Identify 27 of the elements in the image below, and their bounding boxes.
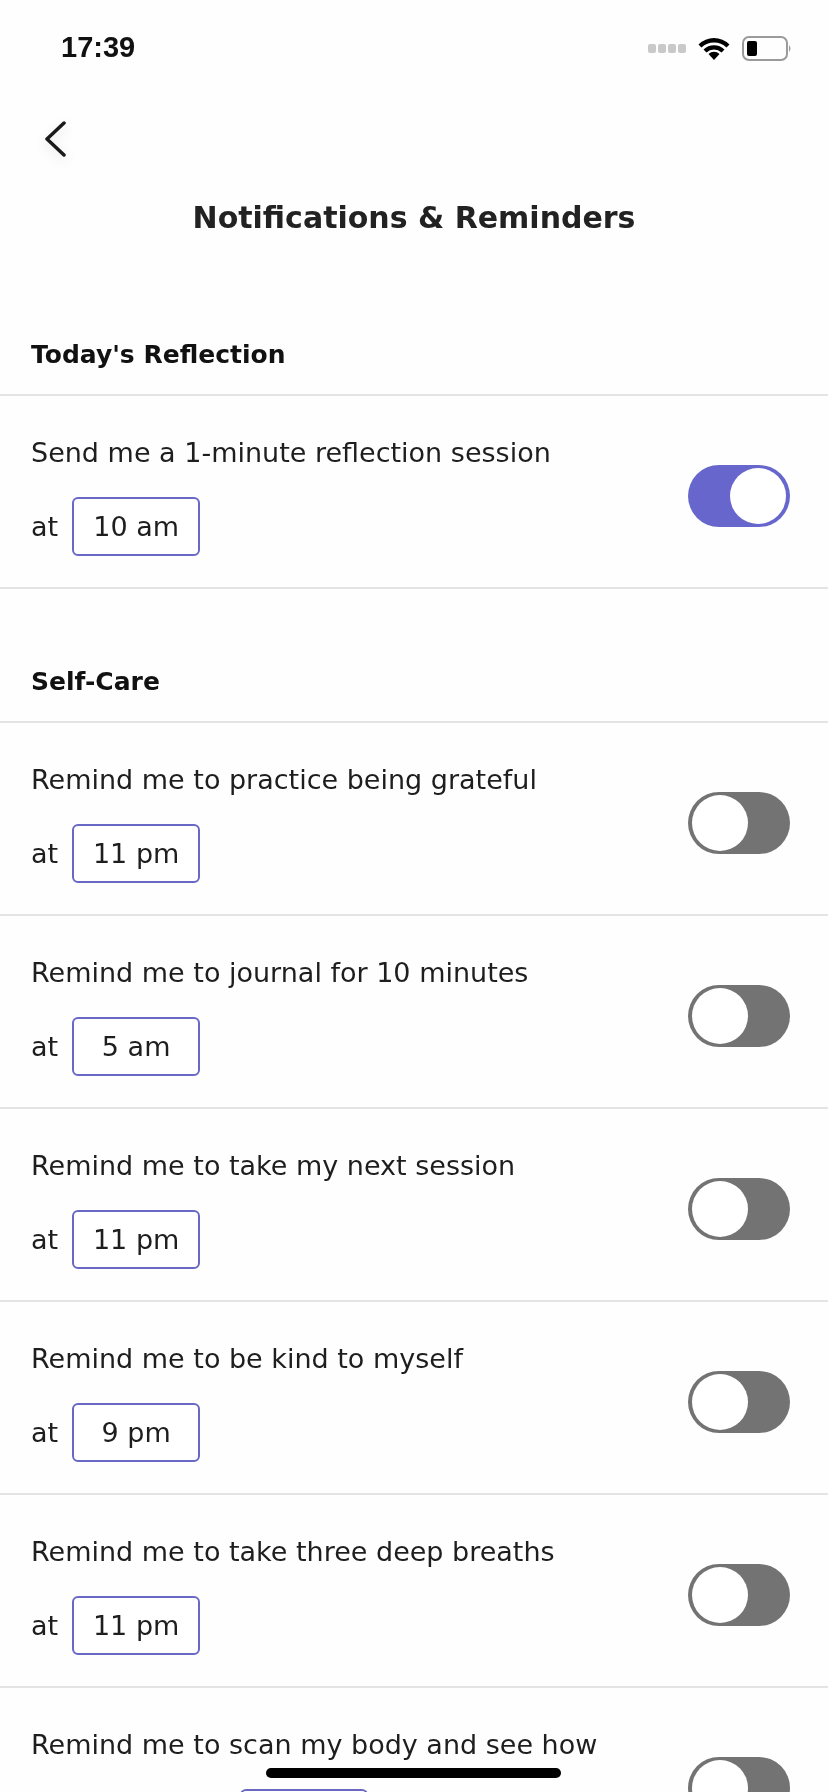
time-field[interactable]: 9 pm bbox=[72, 1403, 201, 1462]
battery-icon bbox=[742, 35, 792, 61]
back-chevron-icon bbox=[44, 121, 66, 157]
time-field[interactable]: 5 am bbox=[72, 1017, 201, 1076]
section-header: Today's Reflection bbox=[31, 339, 286, 372]
reminder-text: Remind me to be kind to myself bbox=[31, 1342, 463, 1376]
section-header: Self-Care bbox=[31, 666, 160, 699]
time-field[interactable]: 10 am bbox=[72, 497, 201, 556]
at-label: at bbox=[31, 1415, 59, 1450]
reminder-text: Remind me to journal for 10 minutes bbox=[31, 956, 529, 990]
at-label: at bbox=[31, 1029, 59, 1064]
reminder-text: Remind me to take my next session bbox=[31, 1149, 516, 1183]
at-label: at bbox=[31, 1608, 59, 1643]
reminder-text: Remind me to take three deep breaths bbox=[31, 1535, 555, 1569]
reminder-text: Send me a 1-minute reflection session bbox=[31, 436, 551, 470]
at-label: at bbox=[31, 509, 59, 544]
page-title: Notifications & Reminders bbox=[192, 199, 636, 237]
signal-icon bbox=[648, 43, 686, 53]
at-label: at bbox=[31, 1222, 59, 1257]
reminder-text: Remind me to scan my body and see how bbox=[31, 1728, 598, 1762]
wifi-icon bbox=[698, 36, 730, 60]
at-label: at bbox=[31, 836, 59, 871]
status-time: 17:39 bbox=[61, 30, 136, 66]
time-field[interactable]: 11 pm bbox=[72, 1596, 201, 1655]
time-field[interactable]: 11 pm bbox=[72, 824, 201, 883]
reminder-text: Remind me to practice being grateful bbox=[31, 763, 537, 797]
time-field[interactable]: 11 pm bbox=[72, 1210, 201, 1269]
